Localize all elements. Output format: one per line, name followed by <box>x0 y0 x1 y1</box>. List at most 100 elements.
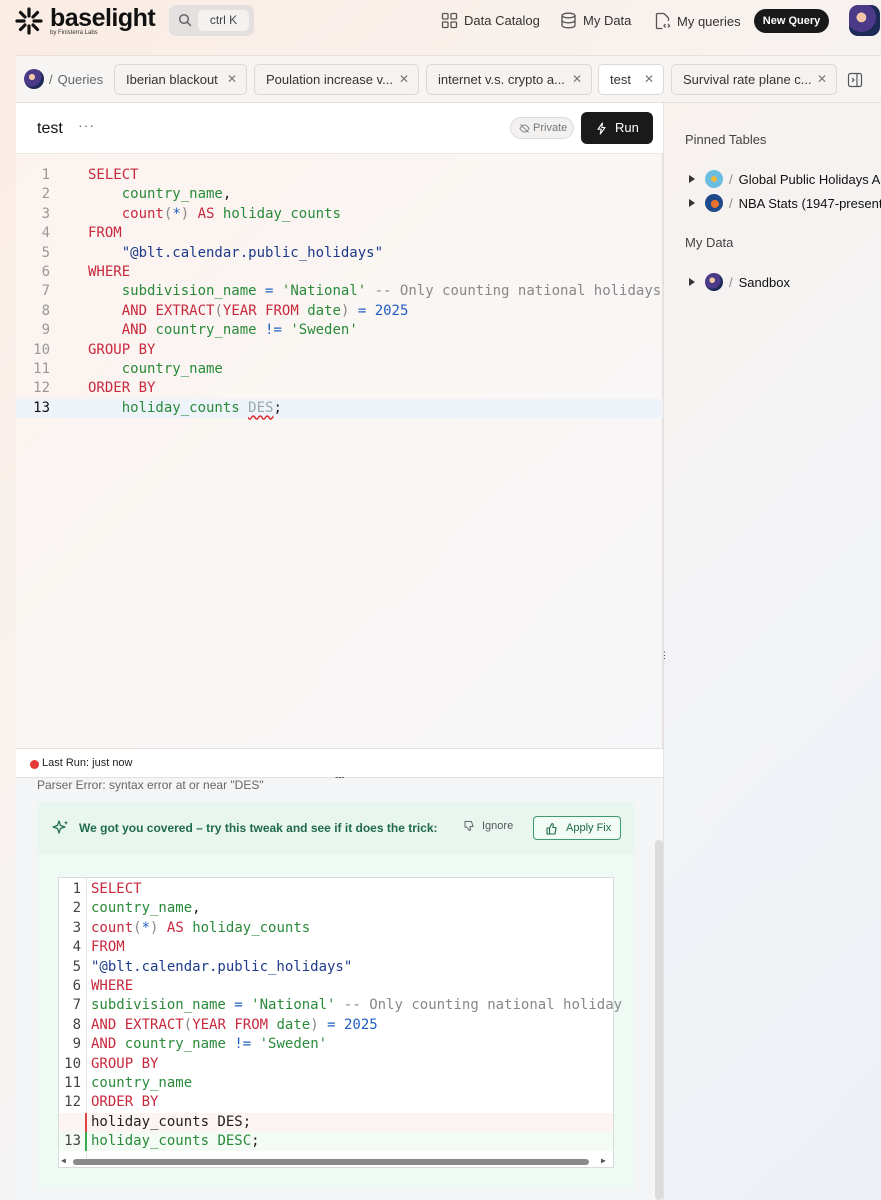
scroll-right-icon[interactable]: ▶ <box>601 1156 606 1165</box>
expand-arrow-icon[interactable] <box>689 278 695 286</box>
close-icon[interactable]: ✕ <box>227 65 237 94</box>
nav-my-queries[interactable]: My queries <box>654 12 741 30</box>
breadcrumb[interactable]: / Queries <box>24 69 103 89</box>
line-number: 2 <box>72 900 81 917</box>
parser-error-message: Parser Error: syntax error at or near "D… <box>37 778 264 792</box>
baselight-logo-icon <box>15 7 43 35</box>
more-options-icon[interactable]: ··· <box>78 117 95 133</box>
close-icon[interactable]: ✕ <box>817 65 827 94</box>
breadcrumb-separator: / <box>49 71 53 87</box>
diff-line: 2 country_name, <box>59 899 613 918</box>
code-line[interactable]: 9 AND country_name != 'Sweden' <box>16 321 663 340</box>
code-line[interactable]: 10 GROUP BY <box>16 341 663 360</box>
error-status-dot <box>30 760 39 769</box>
code-line[interactable]: 3 count(*) AS holiday_counts <box>16 205 663 224</box>
query-tabs-bar: / Queries Iberian blackout ✕ Poulation i… <box>16 55 881 103</box>
breadcrumb-queries[interactable]: Queries <box>58 72 104 87</box>
close-icon[interactable]: ✕ <box>572 65 582 94</box>
tab-survival-rate[interactable]: Survival rate plane c... ✕ <box>671 64 837 95</box>
pinned-table-label: Global Public Holidays And <box>738 171 881 187</box>
query-title[interactable]: test <box>37 120 63 138</box>
globe-icon <box>705 170 723 188</box>
tab-internet-vs-crypto[interactable]: internet v.s. crypto a... ✕ <box>426 64 592 95</box>
sparkle-icon <box>52 820 69 834</box>
code-line[interactable]: 13 holiday_counts DES; <box>16 398 663 419</box>
close-icon[interactable]: ✕ <box>399 65 409 94</box>
diff-viewer[interactable]: 1 SELECT 2 country_name, 3 count(*) AS holida… <box>58 877 622 1168</box>
line-number: 8 <box>41 302 50 319</box>
apply-fix-label: Apply Fix <box>566 822 612 834</box>
line-number: 1 <box>72 881 81 897</box>
code-line[interactable]: 12 ORDER BY <box>16 379 663 398</box>
line-number: 9 <box>72 1036 81 1053</box>
line-number: 5 <box>41 244 50 261</box>
line-number: 13 <box>64 1133 81 1150</box>
code-text: ORDER BY <box>88 380 156 397</box>
code-text: ORDER BY <box>91 1094 159 1111</box>
line-number: 5 <box>72 958 81 975</box>
diff-line: 10 GROUP BY <box>59 1055 613 1074</box>
nav-data-catalog[interactable]: Data Catalog <box>441 12 540 29</box>
eye-off-icon <box>519 124 530 133</box>
run-button[interactable]: Run <box>581 112 653 144</box>
last-run-status: Last Run: just now <box>42 757 133 769</box>
code-area[interactable]: 1 SELECT 2 country_name, 3 count(*) AS holi… <box>16 166 663 419</box>
thumbs-down-icon <box>464 821 474 832</box>
logo[interactable]: baselight by Finisterra Labs <box>14 4 156 36</box>
brand-name: baselight <box>50 4 156 32</box>
code-line[interactable]: 4 FROM <box>16 224 663 243</box>
apply-fix-button[interactable]: Apply Fix <box>533 816 621 840</box>
line-number: 6 <box>41 263 50 280</box>
results-panel: Parser Error: syntax error at or near "D… <box>16 778 663 1200</box>
visibility-badge[interactable]: Private <box>510 117 574 139</box>
results-vertical-scrollbar[interactable] <box>655 840 663 1200</box>
scroll-left-icon[interactable]: ◀ <box>61 1156 66 1165</box>
new-query-button[interactable]: New Query <box>754 9 829 33</box>
code-line[interactable]: 6 WHERE <box>16 263 663 282</box>
diff-line: 1 SELECT <box>59 880 613 899</box>
code-line[interactable]: 8 AND EXTRACT(YEAR FROM date) = 2025 <box>16 302 663 321</box>
diff-line: 8 AND EXTRACT(YEAR FROM date) = 2025 <box>59 1016 613 1035</box>
expand-arrow-icon[interactable] <box>689 175 695 183</box>
scrollbar-thumb[interactable] <box>73 1159 589 1165</box>
tab-test[interactable]: test ✕ <box>598 64 664 95</box>
tab-population-increase[interactable]: Poulation increase v... ✕ <box>254 64 419 95</box>
tab-label: test <box>610 72 631 87</box>
pinned-table-nba-stats[interactable]: / NBA Stats (1947-present) <box>689 194 881 212</box>
horizontal-scrollbar[interactable]: ◀ ▶ <box>61 1156 611 1167</box>
pinned-table-label: NBA Stats (1947-present) <box>738 195 881 211</box>
code-text: FROM <box>91 939 125 956</box>
code-line[interactable]: 7 subdivision_name = 'National' -- Only … <box>16 282 663 301</box>
pinned-tables-header: Pinned Tables <box>685 132 767 147</box>
user-avatar[interactable] <box>849 5 880 36</box>
line-number: 12 <box>64 1094 81 1111</box>
expand-arrow-icon[interactable] <box>689 199 695 207</box>
pinned-table-public-holidays[interactable]: / Global Public Holidays And <box>689 170 881 188</box>
tab-label: Poulation increase v... <box>266 72 393 87</box>
line-number: 10 <box>33 341 50 358</box>
code-line[interactable]: 11 country_name <box>16 360 663 379</box>
ignore-button[interactable]: Ignore <box>463 820 513 832</box>
file-code-icon <box>655 12 671 30</box>
lightning-icon <box>597 122 606 135</box>
code-line[interactable]: 2 country_name, <box>16 185 663 204</box>
close-icon[interactable]: ✕ <box>644 65 654 94</box>
tab-iberian-blackout[interactable]: Iberian blackout ✕ <box>114 64 247 95</box>
code-text: holiday_counts DES; <box>91 1113 252 1130</box>
panel-toggle-icon[interactable] <box>847 72 863 88</box>
code-text: AND country_name != 'Sweden' <box>91 1036 328 1053</box>
diff-line: 9 AND country_name != 'Sweden' <box>59 1035 613 1054</box>
workspace-avatar <box>24 69 44 89</box>
diff-line: 3 count(*) AS holiday_counts <box>59 919 613 938</box>
code-line[interactable]: 5 "@blt.calendar.public_holidays" <box>16 244 663 263</box>
code-text: count(*) AS holiday_counts <box>121 205 341 222</box>
my-data-sandbox[interactable]: / Sandbox <box>689 273 790 291</box>
code-text: GROUP BY <box>91 1055 159 1072</box>
line-number: 3 <box>41 205 50 222</box>
nav-my-data[interactable]: My Data <box>560 12 631 29</box>
query-editor[interactable]: test ··· Private Run 1 SELECT 2 country_na… <box>16 103 663 748</box>
diff-line: 6 WHERE <box>59 977 613 996</box>
code-line[interactable]: 1 SELECT <box>16 166 663 185</box>
diff-line: 4 FROM <box>59 938 613 957</box>
search-box[interactable]: ctrl K <box>169 5 254 36</box>
